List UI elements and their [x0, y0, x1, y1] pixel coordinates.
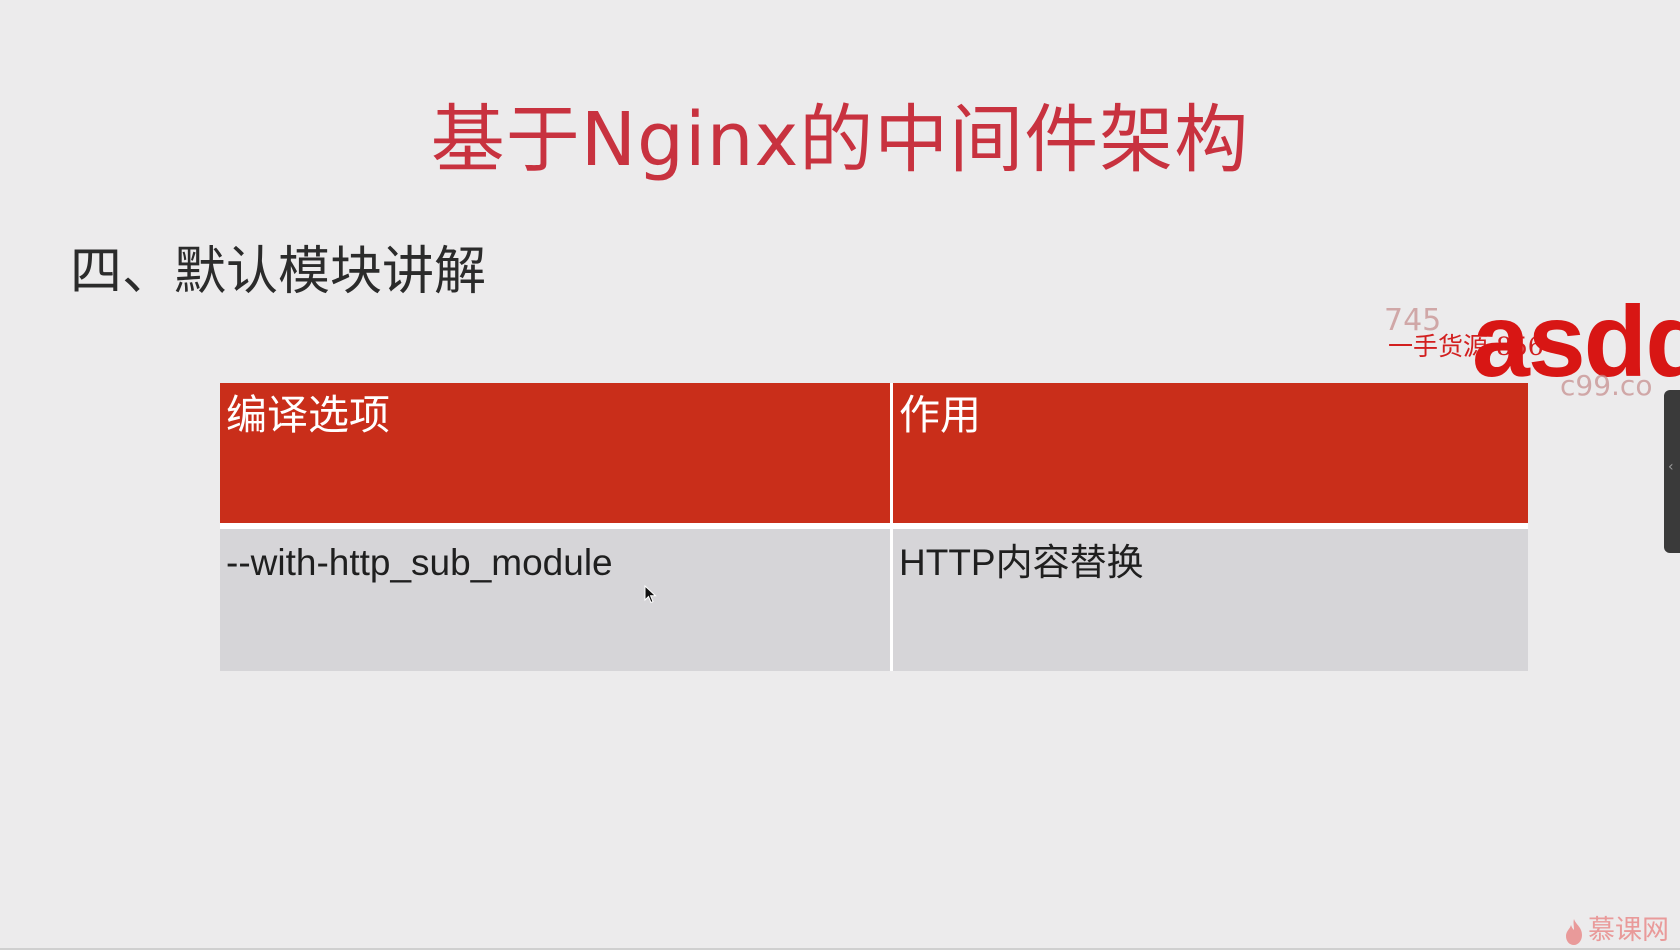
- brand-flame-icon: [1566, 919, 1582, 945]
- compile-options-table: 编译选项 作用 --with-http_sub_module HTTP内容替换: [220, 383, 1528, 671]
- table-row: --with-http_sub_module HTTP内容替换: [220, 529, 1528, 671]
- mouse-cursor-icon: [644, 585, 657, 604]
- chevron-left-icon: ‹: [1668, 459, 1674, 475]
- column-header-option: 编译选项: [220, 383, 893, 529]
- side-panel-toggle[interactable]: ‹: [1664, 390, 1680, 553]
- brand-logo: 慕课网: [1562, 914, 1680, 948]
- slide: 基于Nginx的中间件架构 四、默认模块讲解 编译选项 作用 --with-ht…: [0, 0, 1680, 950]
- watermark: 745 一手货源 856 asdd c99.co: [1384, 303, 1680, 413]
- watermark-faint-bottom: c99.co: [1560, 369, 1653, 402]
- cell-purpose: HTTP内容替换: [893, 529, 1528, 671]
- slide-title: 基于Nginx的中间件架构: [430, 97, 1250, 183]
- brand-text: 慕课网: [1588, 915, 1669, 946]
- table-header-row: 编译选项 作用: [220, 383, 1528, 529]
- section-heading: 四、默认模块讲解: [70, 242, 487, 302]
- cell-option: --with-http_sub_module: [220, 529, 893, 671]
